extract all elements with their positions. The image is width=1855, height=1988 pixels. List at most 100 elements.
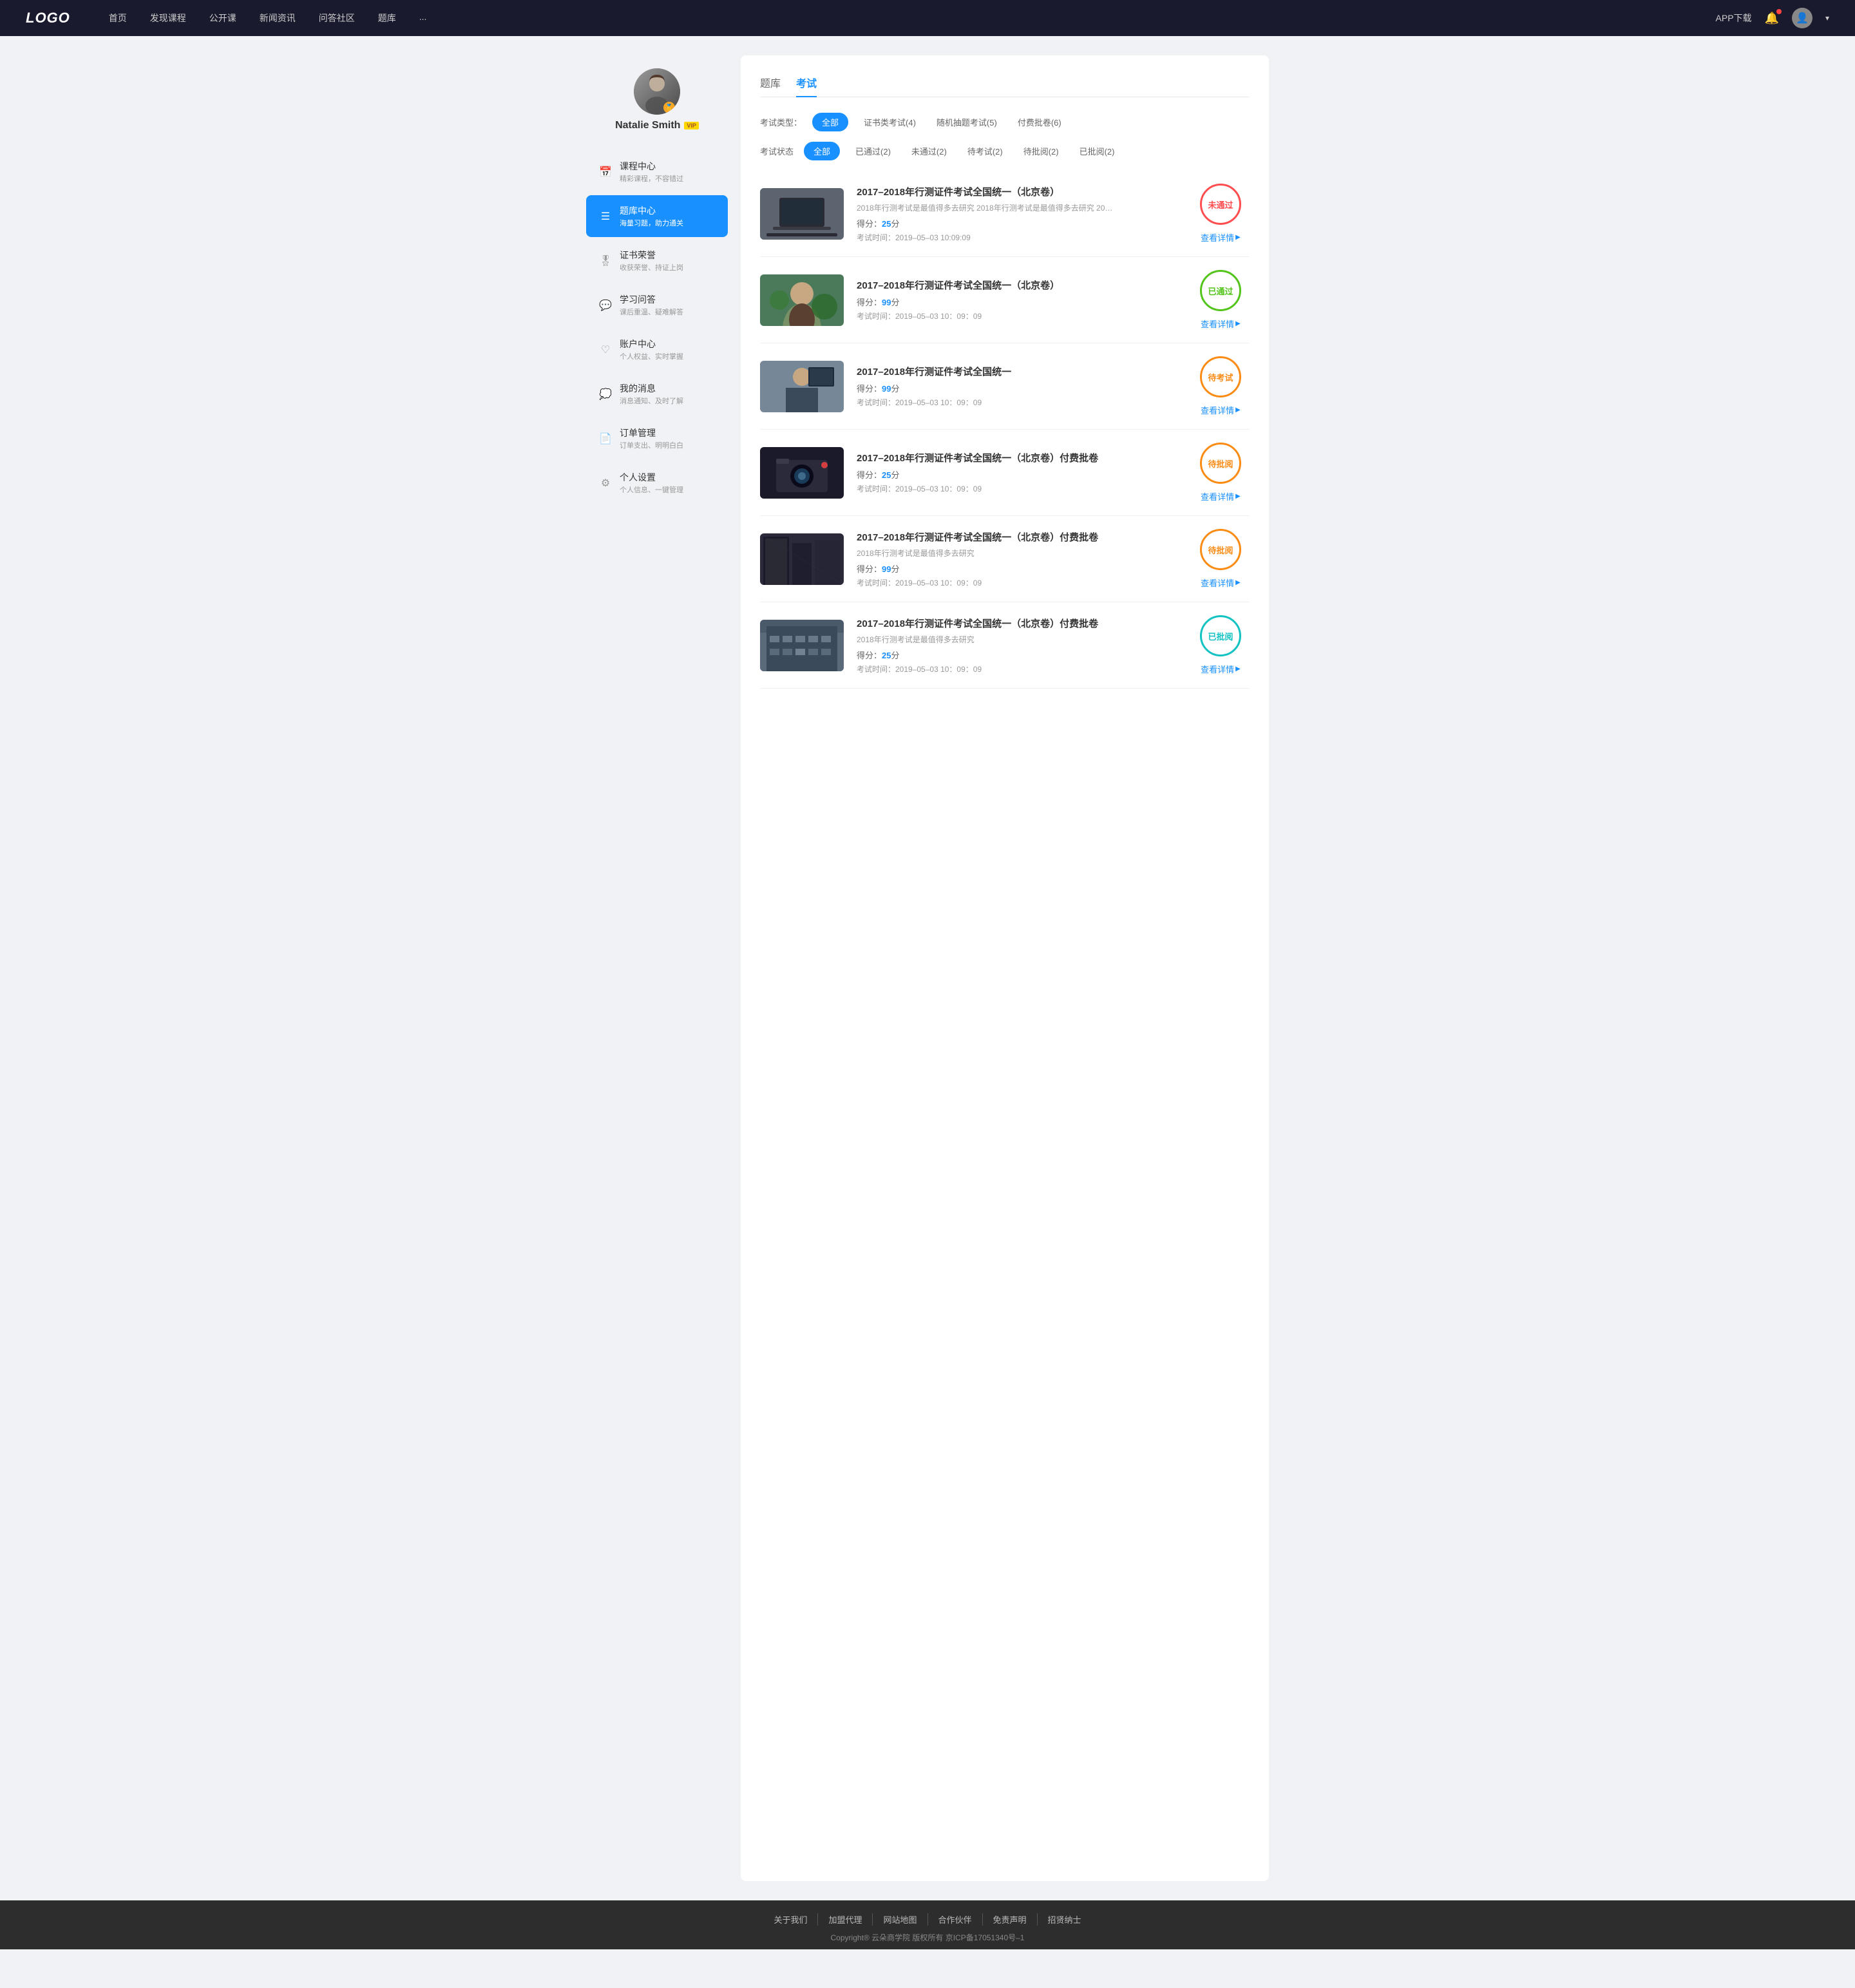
- sidebar-item-message[interactable]: 💭 我的消息 消息通知、及时了解: [586, 373, 728, 415]
- exam-thumbnail-0: [760, 188, 844, 240]
- arrow-icon: ▶: [1235, 320, 1241, 327]
- exam-time-4: 考试时间：2019–05–03 10：09：09: [857, 577, 1179, 588]
- logo: LOGO: [26, 10, 70, 26]
- footer-link-关于我们[interactable]: 关于我们: [763, 1913, 817, 1926]
- view-detail-btn-3[interactable]: 查看详情▶: [1201, 490, 1241, 502]
- exam-time-2: 考试时间：2019–05–03 10：09：09: [857, 397, 1179, 408]
- document-icon: 📄: [599, 432, 612, 445]
- exam-thumbnail-1: [760, 274, 844, 326]
- exam-time-1: 考试时间：2019–05–03 10：09：09: [857, 311, 1179, 321]
- menu-subtitle-course: 精彩课程，不容错过: [620, 173, 715, 184]
- tab-question-bank[interactable]: 题库: [760, 75, 781, 97]
- footer-link-加盟代理[interactable]: 加盟代理: [817, 1913, 872, 1926]
- arrow-icon: ▶: [1235, 493, 1241, 500]
- sidebar-item-course[interactable]: 📅 课程中心 精彩课程，不容错过: [586, 151, 728, 193]
- app-download-link[interactable]: APP下载: [1716, 12, 1752, 24]
- exam-score-3: 得分：25分: [857, 468, 1179, 481]
- exam-time-3: 考试时间：2019–05–03 10：09：09: [857, 483, 1179, 494]
- menu-title-settings: 个人设置: [620, 471, 715, 484]
- exam-info-4: 2017–2018年行测证件考试全国统一（北京卷）付费批卷 2018年行测考试是…: [857, 530, 1179, 588]
- sidebar-item-certificate[interactable]: 🎖 证书荣誉 收获荣誉、持证上岗: [586, 240, 728, 282]
- menu-title-order: 订单管理: [620, 426, 715, 439]
- sidebar-item-qa[interactable]: 💬 学习问答 课后重温、疑难解答: [586, 284, 728, 326]
- exam-desc-5: 2018年行测考试是最值得多去研究: [857, 634, 1114, 645]
- exam-desc-4: 2018年行测考试是最值得多去研究: [857, 548, 1114, 559]
- sidebar-item-order[interactable]: 📄 订单管理 订单支出、明明白白: [586, 417, 728, 459]
- view-detail-btn-0[interactable]: 查看详情▶: [1201, 231, 1241, 244]
- exam-list: 2017–2018年行测证件考试全国统一（北京卷） 2018年行测考试是最值得多…: [760, 171, 1250, 689]
- nav-more[interactable]: ...: [419, 12, 427, 24]
- username-text: Natalie Smith: [615, 120, 680, 131]
- sidebar-item-settings[interactable]: ⚙ 个人设置 个人信息、一键管理: [586, 462, 728, 504]
- view-detail-btn-2[interactable]: 查看详情▶: [1201, 404, 1241, 416]
- filter-paid-type[interactable]: 付费批卷(6): [1013, 113, 1067, 131]
- nav-qa[interactable]: 问答社区: [319, 12, 355, 24]
- exam-title-2: 2017–2018年行测证件考试全国统一: [857, 365, 1179, 378]
- menu-title-account: 账户中心: [620, 338, 715, 350]
- exam-status-filter-row: 考试状态 全部 已通过(2) 未通过(2) 待考试(2) 待批阅(2) 已批阅(…: [760, 142, 1250, 160]
- filter-all-type[interactable]: 全部: [812, 113, 848, 131]
- filter-certificate-type[interactable]: 证书类考试(4): [859, 113, 921, 131]
- arrow-icon: ▶: [1235, 579, 1241, 586]
- filter-all-status[interactable]: 全部: [804, 142, 840, 160]
- nav-open-course[interactable]: 公开课: [209, 12, 236, 24]
- filter-review-pending-status[interactable]: 待批阅(2): [1018, 142, 1064, 160]
- footer-link-合作伙伴[interactable]: 合作伙伴: [928, 1913, 982, 1926]
- main-wrapper: 🥇 Natalie Smith VIP 📅 课程中心 精彩课程，不容错过 ☰ 题…: [573, 36, 1282, 1900]
- filter-random-type[interactable]: 随机抽题考试(5): [931, 113, 1002, 131]
- gear-icon: ⚙: [599, 477, 612, 490]
- exam-score-4: 得分：99分: [857, 562, 1179, 575]
- exam-info-1: 2017–2018年行测证件考试全国统一（北京卷） 得分：99分 考试时间：20…: [857, 278, 1179, 321]
- chevron-down-icon[interactable]: ▾: [1825, 14, 1829, 23]
- vip-badge: VIP: [684, 122, 699, 129]
- footer-link-招贤纳士[interactable]: 招贤纳士: [1037, 1913, 1092, 1926]
- exam-thumbnail-5: [760, 620, 844, 671]
- view-detail-btn-1[interactable]: 查看详情▶: [1201, 318, 1241, 330]
- avatar[interactable]: 👤: [1792, 8, 1812, 28]
- heart-icon: ♡: [599, 343, 612, 356]
- main-nav: 首页 发现课程 公开课 新闻资讯 问答社区 题库 ...: [109, 12, 1716, 24]
- exam-status-area-0: 未通过 查看详情▶: [1192, 184, 1250, 244]
- filter-pending-status[interactable]: 待考试(2): [962, 142, 1008, 160]
- status-stamp-3: 待批阅: [1200, 443, 1241, 484]
- sidebar-menu: 📅 课程中心 精彩课程，不容错过 ☰ 题库中心 海量习题，助力通关 🎖 证书荣誉…: [586, 151, 728, 504]
- exam-status-label: 考试状态: [760, 145, 794, 157]
- nav-question-bank[interactable]: 题库: [378, 12, 396, 24]
- nav-discover[interactable]: 发现课程: [150, 12, 186, 24]
- medal-icon: 🎖: [599, 254, 612, 267]
- menu-subtitle-message: 消息通知、及时了解: [620, 396, 715, 406]
- sidebar-item-account[interactable]: ♡ 账户中心 个人权益、实时掌握: [586, 329, 728, 370]
- exam-info-3: 2017–2018年行测证件考试全国统一（北京卷）付费批卷 得分：25分 考试时…: [857, 451, 1179, 494]
- menu-title-course: 课程中心: [620, 160, 715, 173]
- sidebar-item-question-bank[interactable]: ☰ 题库中心 海量习题，助力通关: [586, 195, 728, 237]
- exam-time-0: 考试时间：2019–05–03 10:09:09: [857, 232, 1179, 243]
- view-detail-btn-4[interactable]: 查看详情▶: [1201, 577, 1241, 589]
- notification-bell[interactable]: 🔔: [1765, 12, 1779, 25]
- tab-exam[interactable]: 考试: [796, 75, 817, 97]
- arrow-icon: ▶: [1235, 234, 1241, 241]
- footer: 关于我们加盟代理网站地图合作伙伴免责声明招贤纳士 Copyright® 云朵商学…: [0, 1900, 1855, 1949]
- filter-passed-status[interactable]: 已通过(2): [850, 142, 896, 160]
- nav-news[interactable]: 新闻资讯: [260, 12, 296, 24]
- exam-thumbnail-4: [760, 533, 844, 585]
- exam-status-area-1: 已通过 查看详情▶: [1192, 270, 1250, 330]
- exam-info-2: 2017–2018年行测证件考试全国统一 得分：99分 考试时间：2019–05…: [857, 365, 1179, 408]
- footer-link-免责声明[interactable]: 免责声明: [982, 1913, 1037, 1926]
- footer-links: 关于我们加盟代理网站地图合作伙伴免责声明招贤纳士: [0, 1913, 1855, 1926]
- arrow-icon: ▶: [1235, 406, 1241, 414]
- footer-link-网站地图[interactable]: 网站地图: [872, 1913, 927, 1926]
- exam-info-5: 2017–2018年行测证件考试全国统一（北京卷）付费批卷 2018年行测考试是…: [857, 616, 1179, 674]
- nav-home[interactable]: 首页: [109, 12, 127, 24]
- exam-status-area-5: 已批阅 查看详情▶: [1192, 615, 1250, 675]
- chat-icon: 💬: [599, 299, 612, 312]
- exam-item: 2017–2018年行测证件考试全国统一（北京卷） 2018年行测考试是最值得多…: [760, 171, 1250, 257]
- exam-type-filter-row: 考试类型： 全部 证书类考试(4) 随机抽题考试(5) 付费批卷(6): [760, 113, 1250, 131]
- message-icon: 💭: [599, 388, 612, 401]
- menu-subtitle-order: 订单支出、明明白白: [620, 440, 715, 450]
- exam-item: 2017–2018年行测证件考试全国统一（北京卷） 得分：99分 考试时间：20…: [760, 257, 1250, 343]
- filter-reviewed-status[interactable]: 已批阅(2): [1074, 142, 1120, 160]
- filter-failed-status[interactable]: 未通过(2): [906, 142, 952, 160]
- menu-title-message: 我的消息: [620, 382, 715, 395]
- notification-badge: [1776, 9, 1782, 14]
- view-detail-btn-5[interactable]: 查看详情▶: [1201, 663, 1241, 675]
